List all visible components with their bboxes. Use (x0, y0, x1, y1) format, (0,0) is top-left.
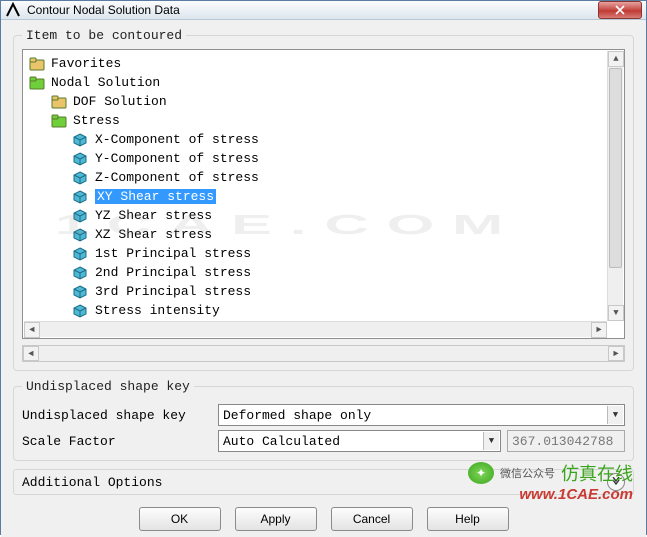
additional-options-row[interactable]: Additional Options (13, 469, 634, 495)
tree-stress-item[interactable]: Y-Component of stress (25, 149, 605, 168)
tree-item-label: XY Shear stress (95, 189, 216, 204)
tree-dof-solution-icon (51, 95, 67, 109)
scale-factor-value: 367.013042788 (507, 430, 625, 452)
group-legend: Undisplaced shape key (22, 379, 194, 394)
tree-item-label: DOF Solution (73, 94, 167, 109)
undisplaced-shape-group: Undisplaced shape key Undisplaced shape … (13, 379, 634, 461)
vertical-scrollbar[interactable]: ▲ ▼ (607, 51, 623, 321)
tree-item-label: 1st Principal stress (95, 246, 251, 261)
tree-stress-item[interactable]: 1st Principal stress (25, 244, 605, 263)
scroll-left-button[interactable]: ◄ (24, 322, 40, 338)
window-title: Contour Nodal Solution Data (27, 3, 598, 17)
scale-factor-dropdown[interactable]: Auto Calculated ▼ (218, 430, 501, 452)
cancel-button[interactable]: Cancel (331, 507, 413, 531)
tree-stress[interactable]: Stress (25, 111, 605, 130)
tree-favorites[interactable]: Favorites (25, 54, 605, 73)
scroll-up-button[interactable]: ▲ (608, 51, 624, 67)
tree-stress-item[interactable]: Stress intensity (25, 301, 605, 320)
scroll-left-button[interactable]: ◄ (23, 346, 39, 361)
tree-stress-item-icon (73, 171, 89, 185)
tree-container: Favorites Nodal Solution DOF Solution St… (22, 49, 625, 362)
dropdown-value: Auto Calculated (223, 434, 340, 449)
scroll-right-button[interactable]: ► (591, 322, 607, 338)
tree-stress-icon (51, 114, 67, 128)
tree-stress-item-icon (73, 209, 89, 223)
tree-stress-item[interactable]: YZ Shear stress (25, 206, 605, 225)
app-icon (5, 2, 21, 18)
tree-stress-item-icon (73, 228, 89, 242)
tree-stress-item-icon (73, 190, 89, 204)
tree-view[interactable]: Favorites Nodal Solution DOF Solution St… (22, 49, 625, 339)
tree-stress-item-icon (73, 247, 89, 261)
tree-item-label: X-Component of stress (95, 132, 259, 147)
tree-stress-item[interactable]: XZ Shear stress (25, 225, 605, 244)
group-legend: Item to be contoured (22, 28, 186, 43)
tree-item-label: YZ Shear stress (95, 208, 212, 223)
apply-button[interactable]: Apply (235, 507, 317, 531)
scroll-right-button[interactable]: ► (608, 346, 624, 361)
tree-stress-item-icon (73, 152, 89, 166)
tree-item-label: Z-Component of stress (95, 170, 259, 185)
tree-item-label: 2nd Principal stress (95, 265, 251, 280)
tree-stress-item-icon (73, 304, 89, 318)
horizontal-scrollbar-inner[interactable]: ◄ ► (24, 321, 607, 337)
tree-item-label: Nodal Solution (51, 75, 160, 90)
tree-nodal-solution[interactable]: Nodal Solution (25, 73, 605, 92)
dropdown-value: Deformed shape only (223, 408, 371, 423)
tree-stress-item[interactable]: XY Shear stress (25, 187, 605, 206)
tree-item-label: Favorites (51, 56, 121, 71)
tree-item-label: 3rd Principal stress (95, 284, 251, 299)
tree-stress-item-icon (73, 266, 89, 280)
scale-factor-row: Scale Factor Auto Calculated ▼ 367.01304… (22, 430, 625, 452)
tree-dof-solution[interactable]: DOF Solution (25, 92, 605, 111)
close-button[interactable] (598, 1, 642, 19)
dialog-content: Item to be contoured Favorites Nodal Sol… (1, 20, 646, 537)
additional-options-label: Additional Options (22, 475, 162, 490)
dialog-button-row: OK Apply Cancel Help (13, 503, 634, 531)
tree-stress-item-icon (73, 133, 89, 147)
tree-stress-item[interactable]: Z-Component of stress (25, 168, 605, 187)
chevron-down-icon: ▼ (607, 406, 623, 424)
scroll-down-button[interactable]: ▼ (608, 305, 624, 321)
item-to-be-contoured-group: Item to be contoured Favorites Nodal Sol… (13, 28, 634, 371)
tree-stress-item[interactable]: 2nd Principal stress (25, 263, 605, 282)
tree-favorites-icon (29, 57, 45, 71)
tree-item-label: Stress (73, 113, 120, 128)
shape-key-row: Undisplaced shape key Deformed shape onl… (22, 404, 625, 426)
scroll-thumb[interactable] (609, 68, 622, 268)
chevron-down-icon: ▼ (483, 432, 499, 450)
shape-key-dropdown[interactable]: Deformed shape only ▼ (218, 404, 625, 426)
shape-key-label: Undisplaced shape key (22, 408, 212, 423)
dialog-window: Contour Nodal Solution Data Item to be c… (0, 0, 647, 535)
titlebar[interactable]: Contour Nodal Solution Data (1, 1, 646, 20)
tree-stress-item[interactable]: X-Component of stress (25, 130, 605, 149)
ok-button[interactable]: OK (139, 507, 221, 531)
tree-item-label: Stress intensity (95, 303, 220, 318)
tree-item-label: Y-Component of stress (95, 151, 259, 166)
horizontal-scrollbar-outer[interactable]: ◄ ► (22, 345, 625, 362)
tree-stress-item[interactable]: 3rd Principal stress (25, 282, 605, 301)
scale-factor-label: Scale Factor (22, 434, 212, 449)
tree-item-label: XZ Shear stress (95, 227, 212, 242)
tree-stress-item-icon (73, 285, 89, 299)
expand-options-button[interactable] (607, 473, 625, 491)
help-button[interactable]: Help (427, 507, 509, 531)
tree-nodal-solution-icon (29, 76, 45, 90)
